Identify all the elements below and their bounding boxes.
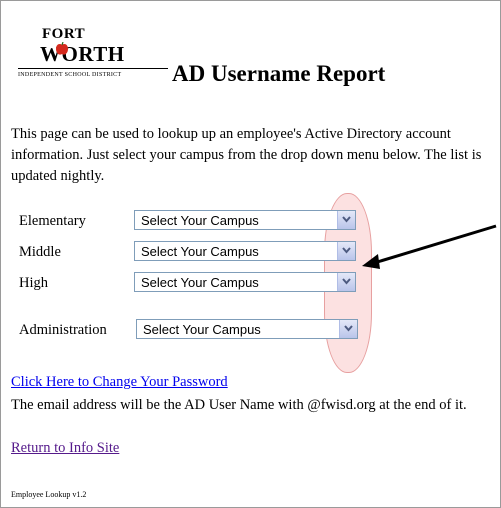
administration-campus-select[interactable]: Select Your Campus: [136, 319, 358, 339]
elementary-select-value: Select Your Campus: [141, 213, 259, 228]
middle-select-value: Select Your Campus: [141, 244, 259, 259]
chevron-down-icon: [342, 216, 351, 223]
page-title: AD Username Report: [172, 61, 386, 86]
label-high: High: [19, 275, 48, 291]
fwisd-logo: FORT WORTH INDEPENDENT SCHOOL DISTRICT: [18, 24, 168, 82]
chevron-down-icon: [342, 247, 351, 254]
logo-line-worth: WORTH: [40, 42, 125, 66]
logo-district-text: INDEPENDENT SCHOOL DISTRICT: [18, 72, 122, 78]
intro-paragraph: This page can be used to lookup up an em…: [11, 126, 482, 184]
administration-select-value: Select Your Campus: [143, 322, 261, 337]
chevron-down-icon: [342, 278, 351, 285]
chevron-down-icon: [344, 325, 353, 332]
high-dropdown-button[interactable]: [337, 273, 355, 291]
change-password-link[interactable]: Click Here to Change Your Password: [11, 374, 228, 391]
logo-line-fort: FORT: [42, 26, 86, 42]
label-middle: Middle: [19, 244, 61, 260]
version-label: Employee Lookup v1.2: [11, 490, 87, 499]
label-elementary: Elementary: [19, 213, 86, 229]
apple-icon: [56, 42, 68, 55]
high-select-value: Select Your Campus: [141, 275, 259, 290]
pointer-arrow-icon: [362, 224, 497, 269]
middle-dropdown-button[interactable]: [337, 242, 355, 260]
label-administration: Administration: [19, 322, 107, 338]
elementary-campus-select[interactable]: Select Your Campus: [134, 210, 356, 230]
high-campus-select[interactable]: Select Your Campus: [134, 272, 356, 292]
administration-dropdown-button[interactable]: [339, 320, 357, 338]
middle-campus-select[interactable]: Select Your Campus: [134, 241, 356, 261]
return-to-info-site-link[interactable]: Return to Info Site: [11, 440, 119, 457]
email-note: The email address will be the AD User Na…: [11, 397, 467, 413]
elementary-dropdown-button[interactable]: [337, 211, 355, 229]
logo-rule: [18, 68, 168, 69]
